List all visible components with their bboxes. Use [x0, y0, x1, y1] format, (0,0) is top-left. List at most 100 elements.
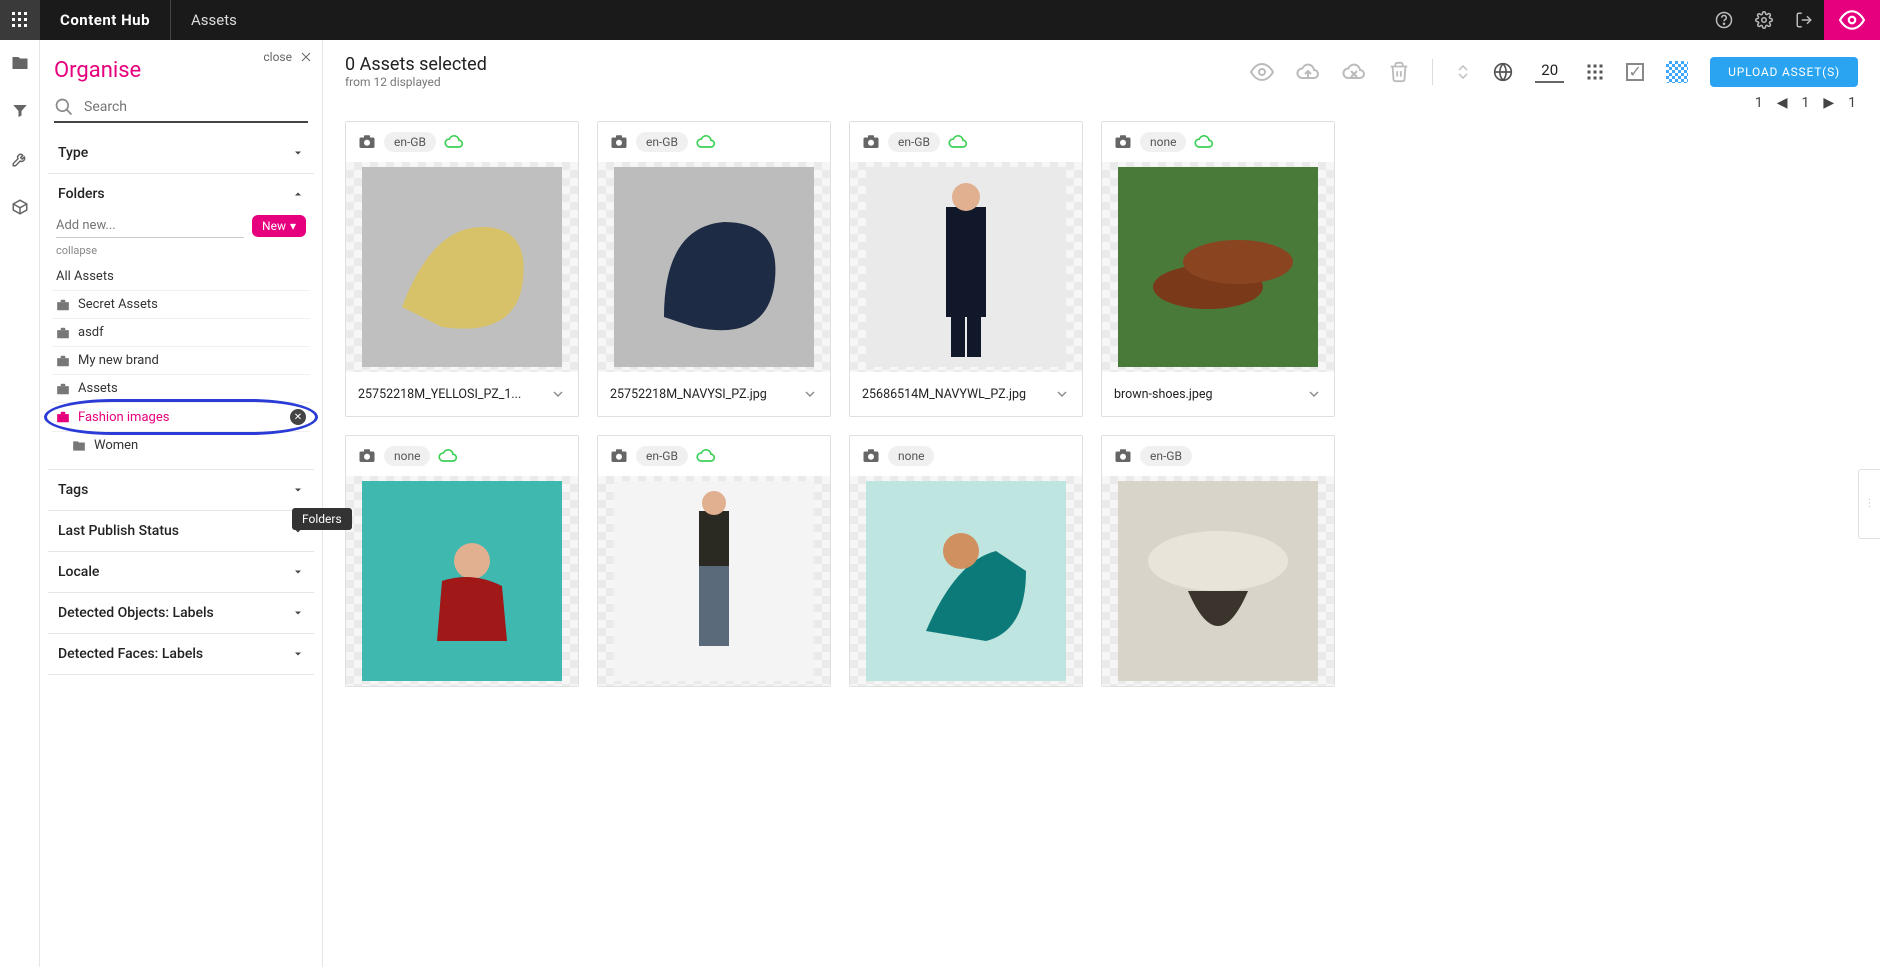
organise-title: Organise — [40, 40, 322, 95]
facet-lps-head[interactable]: Last Publish Status — [48, 511, 314, 551]
camera-icon — [862, 133, 880, 151]
chevron-down-icon — [292, 484, 304, 496]
sort-button[interactable] — [1455, 64, 1471, 80]
tree-item-my-new-brand[interactable]: My new brand — [52, 347, 310, 375]
apps-grid-icon — [12, 12, 28, 28]
new-folder-button[interactable]: New ▾ — [252, 215, 306, 237]
view-grid-button[interactable] — [1586, 63, 1604, 81]
facet-type-head[interactable]: Type — [48, 133, 314, 173]
search-icon — [54, 97, 74, 117]
preview-button[interactable] — [1250, 60, 1274, 84]
chevron-down-icon: ▾ — [290, 219, 296, 233]
organise-panel: close Organise Type Folders — [40, 40, 323, 967]
drawer-handle[interactable]: ⋮ — [1858, 469, 1880, 539]
asset-thumbnail[interactable] — [1102, 162, 1334, 372]
tree-item-women[interactable]: Women — [52, 432, 310, 459]
collapse-tree-link[interactable]: collapse — [52, 244, 310, 263]
facet-df-label: Detected Faces: Labels — [58, 646, 203, 662]
facet-df-head[interactable]: Detected Faces: Labels — [48, 634, 314, 674]
chevron-down-icon — [292, 607, 304, 619]
asset-card[interactable]: en-GB — [597, 435, 831, 687]
facet-type-label: Type — [58, 145, 88, 161]
cloud-icon — [696, 132, 716, 152]
assets-grid: en-GB 25752218M_YELLOSI_PZ_1... en-GB 25… — [323, 121, 1880, 709]
page-size-select[interactable]: 20 — [1535, 61, 1564, 83]
facet-tags-label: Tags — [58, 482, 88, 498]
asset-menu-button[interactable] — [802, 386, 818, 402]
unpublish-button[interactable] — [1342, 60, 1366, 84]
box-icon — [11, 198, 29, 216]
publish-button[interactable] — [1296, 60, 1320, 84]
tree-item-all-assets[interactable]: All Assets — [52, 263, 310, 291]
asset-card[interactable]: en-GB 25686514M_NAVYWL_PZ.jpg — [849, 121, 1083, 417]
asset-filename: 25752218M_NAVYSI_PZ.jpg — [610, 387, 767, 402]
facet-locale-label: Locale — [58, 564, 99, 580]
add-folder-input[interactable] — [56, 214, 244, 238]
rail-tools-button[interactable] — [11, 150, 29, 172]
facet-tags: Tags — [48, 470, 314, 511]
tree-item-fashion-images[interactable]: Fashion images ✕ — [52, 403, 310, 432]
asset-menu-button[interactable] — [550, 386, 566, 402]
page-current: 1 — [1801, 95, 1809, 111]
asset-card[interactable]: none brown-shoes.jpeg — [1101, 121, 1335, 417]
transparency-button[interactable] — [1666, 61, 1688, 83]
tree-item-label: All Assets — [56, 269, 114, 284]
camera-icon — [862, 447, 880, 465]
logout-icon — [1795, 11, 1813, 29]
folders-tooltip: Folders — [292, 508, 352, 530]
asset-thumbnail[interactable] — [598, 162, 830, 372]
cloud-icon — [444, 132, 464, 152]
asset-menu-button[interactable] — [1306, 386, 1322, 402]
funnel-icon — [11, 102, 29, 120]
close-icon — [300, 51, 312, 63]
tree-item-secret-assets[interactable]: Secret Assets — [52, 291, 310, 319]
delete-button[interactable] — [1388, 61, 1410, 83]
asset-card[interactable]: none — [849, 435, 1083, 687]
asset-card[interactable]: en-GB 25752218M_NAVYSI_PZ.jpg — [597, 121, 831, 417]
locale-filter-button[interactable] — [1493, 62, 1513, 82]
asset-thumbnail[interactable] — [850, 162, 1082, 372]
asset-thumbnail[interactable] — [1102, 476, 1334, 686]
camera-icon — [1114, 447, 1132, 465]
preview-mode-button[interactable] — [1824, 0, 1880, 40]
apps-menu-button[interactable] — [0, 0, 40, 40]
rail-filter-button[interactable] — [11, 102, 29, 124]
facet-folders-label: Folders — [58, 186, 105, 202]
facet-do-head[interactable]: Detected Objects: Labels — [48, 593, 314, 633]
select-all-button[interactable]: ✓ — [1626, 63, 1644, 81]
settings-button[interactable] — [1744, 0, 1784, 40]
rail-package-button[interactable] — [11, 198, 29, 220]
folder-icon — [11, 54, 29, 72]
facet-folders-head[interactable]: Folders — [48, 174, 314, 214]
asset-card[interactable]: en-GB 25752218M_YELLOSI_PZ_1... — [345, 121, 579, 417]
logout-button[interactable] — [1784, 0, 1824, 40]
camera-icon — [610, 447, 628, 465]
asset-thumbnail[interactable] — [346, 476, 578, 686]
asset-thumbnail[interactable] — [850, 476, 1082, 686]
upload-assets-button[interactable]: UPLOAD ASSET(S) — [1710, 57, 1858, 87]
facet-tags-head[interactable]: Tags — [48, 470, 314, 510]
tree-item-assets[interactable]: Assets — [52, 375, 310, 403]
folder-icon — [72, 439, 86, 453]
organise-search[interactable] — [54, 95, 308, 123]
search-input[interactable] — [84, 99, 308, 115]
tree-item-asdf[interactable]: asdf — [52, 319, 310, 347]
asset-thumbnail[interactable] — [346, 162, 578, 372]
deselect-folder-button[interactable]: ✕ — [290, 409, 306, 425]
asset-thumbnail[interactable] — [598, 476, 830, 686]
organise-close-button[interactable]: close — [263, 50, 312, 64]
page-prev-button[interactable]: ◀ — [1777, 95, 1788, 111]
facet-detected-objects: Detected Objects: Labels — [48, 593, 314, 634]
help-button[interactable] — [1704, 0, 1744, 40]
chevron-down-icon — [292, 648, 304, 660]
rail-folder-button[interactable] — [11, 54, 29, 76]
asset-card[interactable]: en-GB — [1101, 435, 1335, 687]
facet-locale: Locale — [48, 552, 314, 593]
trash-icon — [1388, 61, 1410, 83]
facet-locale-head[interactable]: Locale — [48, 552, 314, 592]
asset-card[interactable]: none — [345, 435, 579, 687]
asset-menu-button[interactable] — [1054, 386, 1070, 402]
tree-item-label: asdf — [78, 325, 104, 340]
briefcase-icon — [56, 410, 70, 424]
page-next-button[interactable]: ▶ — [1823, 95, 1834, 111]
